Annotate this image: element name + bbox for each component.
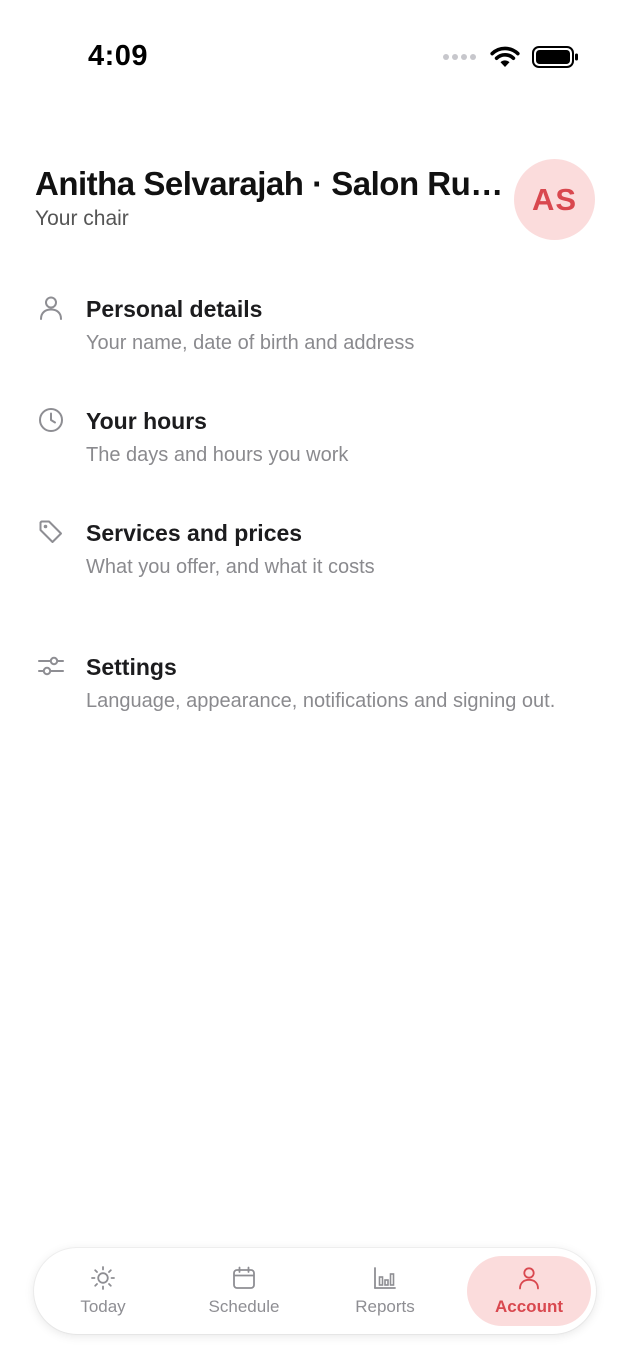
tab-label: Account xyxy=(495,1297,563,1316)
menu-item-settings[interactable]: Settings Language, appearance, notificat… xyxy=(0,652,630,752)
menu-item-your-hours[interactable]: Your hours The days and hours you work xyxy=(0,406,630,476)
calendar-icon xyxy=(233,1266,255,1289)
menu-item-title: Settings xyxy=(86,654,177,680)
bar-chart-icon xyxy=(374,1267,396,1289)
sun-icon xyxy=(91,1266,115,1290)
wifi-icon xyxy=(490,46,520,67)
page-title: Anitha Selvarajah · Salon Rue... xyxy=(35,165,505,202)
cellular-signal-icon xyxy=(443,54,476,60)
menu-item-personal-details[interactable]: Personal details Your name, date of birt… xyxy=(0,294,630,364)
person-icon xyxy=(40,296,62,320)
menu-item-text: Settings Language, appearance, notificat… xyxy=(86,652,586,716)
tab-bar: Today Schedule Reports Account xyxy=(34,1248,596,1334)
menu-item-title: Personal details xyxy=(86,296,263,322)
menu-item-text: Your hours The days and hours you work xyxy=(86,406,586,470)
sliders-icon xyxy=(38,656,64,676)
tag-icon xyxy=(39,520,62,543)
menu-item-text: Personal details Your name, date of birt… xyxy=(86,294,586,358)
tab-account[interactable]: Account xyxy=(467,1256,591,1326)
battery-icon xyxy=(532,46,578,68)
person-icon xyxy=(519,1267,539,1290)
tab-schedule[interactable]: Schedule xyxy=(182,1256,306,1326)
page-subtitle: Your chair xyxy=(35,207,129,230)
tab-today[interactable]: Today xyxy=(41,1256,165,1326)
tab-label: Schedule xyxy=(208,1297,280,1316)
status-time: 4:09 xyxy=(88,40,149,72)
profile-header: Anitha Selvarajah · Salon Rue... Your ch… xyxy=(35,163,505,231)
menu-item-description: Your name, date of birth and address xyxy=(86,332,415,354)
clock-icon xyxy=(39,408,63,432)
tab-label: Reports xyxy=(355,1297,415,1316)
menu-item-text: Services and prices What you offer, and … xyxy=(86,518,586,582)
status-icons xyxy=(443,44,580,70)
tab-reports[interactable]: Reports xyxy=(323,1256,447,1326)
menu-item-description: The days and hours you work xyxy=(86,444,349,466)
avatar[interactable]: AS xyxy=(514,159,595,240)
menu-item-title: Services and prices xyxy=(86,520,303,546)
menu-item-description: Language, appearance, notifications and … xyxy=(86,690,556,712)
account-screen: 4:09 Anitha Selvarajah · Salon Rue... Yo… xyxy=(0,0,630,1368)
menu-item-services-and-prices[interactable]: Services and prices What you offer, and … xyxy=(0,518,630,588)
menu-item-description: What you offer, and what it costs xyxy=(86,556,375,578)
tab-label: Today xyxy=(80,1297,126,1316)
menu-item-title: Your hours xyxy=(86,408,207,434)
